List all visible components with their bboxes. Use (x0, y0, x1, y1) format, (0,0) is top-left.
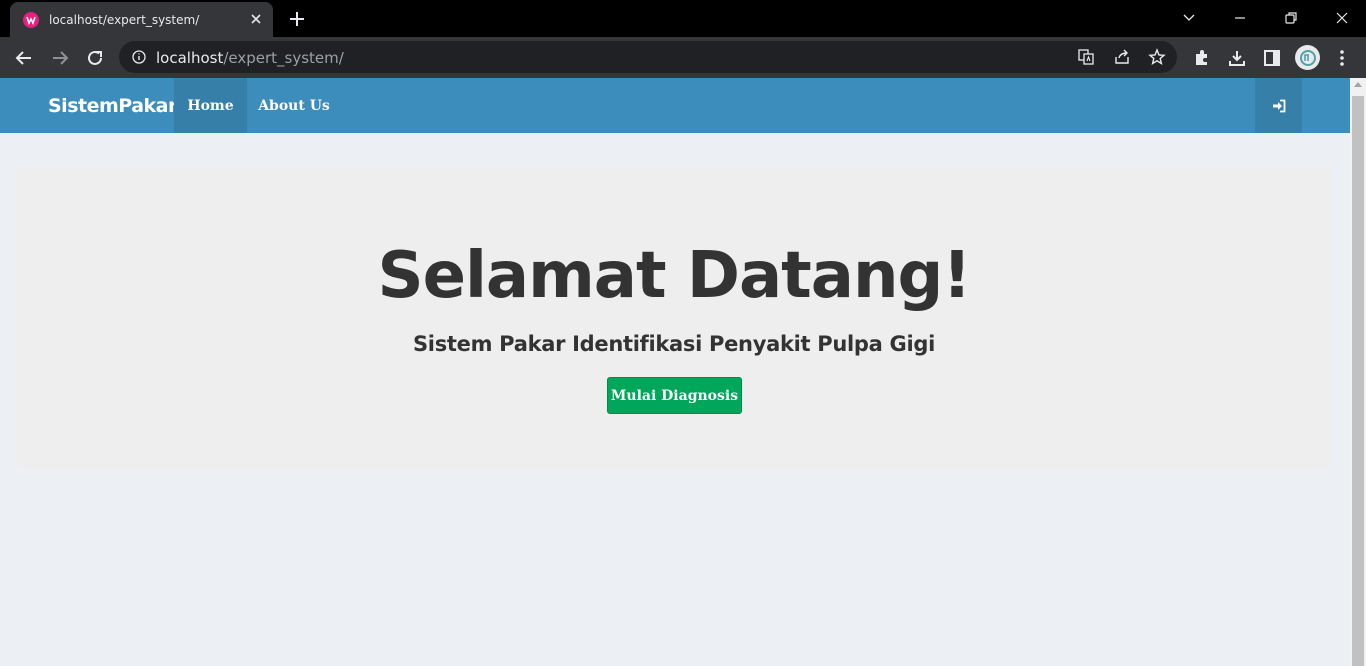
welcome-subtitle: Sistem Pakar Identifikasi Penyakit Pulpa… (412, 332, 936, 356)
profile-icon (1299, 49, 1316, 66)
forward-arrow-icon[interactable] (50, 48, 70, 68)
welcome-jumbotron: Selamat Datang! Sistem Pakar Identifikas… (16, 167, 1332, 468)
browser-tab[interactable]: localhost/expert_system/ (10, 2, 273, 37)
scrollbar-thumb[interactable] (1352, 96, 1364, 666)
minimize-icon[interactable] (1232, 10, 1248, 26)
back-arrow-icon[interactable] (14, 48, 34, 68)
sign-in-icon (1272, 99, 1285, 112)
restore-icon[interactable] (1283, 10, 1299, 26)
url-path: /expert_system/ (223, 49, 344, 67)
address-bar[interactable]: localhost/expert_system/ (119, 41, 1177, 73)
top-navbar: SistemPakar Home About Us (0, 78, 1350, 133)
page-scrollbar[interactable] (1350, 78, 1366, 666)
page-viewport: SistemPakar Home About Us Selamat Datang… (0, 78, 1350, 666)
brand-logo[interactable]: SistemPakar (48, 95, 177, 117)
tab-search-chevron-icon[interactable] (1181, 10, 1197, 26)
menu-kebab-icon[interactable] (1332, 48, 1352, 68)
browser-tab-strip: localhost/expert_system/ (0, 0, 1366, 37)
scroll-up-arrow-icon[interactable] (1354, 82, 1362, 87)
profile-avatar[interactable] (1295, 45, 1320, 70)
close-tab-icon[interactable] (249, 12, 263, 26)
reload-icon[interactable] (85, 48, 105, 68)
bookmark-star-icon[interactable] (1148, 48, 1166, 66)
share-icon[interactable] (1113, 48, 1131, 66)
browser-toolbar: localhost/expert_system/ (0, 37, 1366, 78)
extensions-icon[interactable] (1192, 48, 1212, 68)
welcome-title: Selamat Datang! (377, 239, 971, 313)
nav-home-link[interactable]: Home (174, 78, 247, 133)
download-icon[interactable] (1227, 48, 1247, 68)
tab-title: localhost/expert_system/ (49, 12, 200, 27)
side-panel-icon[interactable] (1262, 48, 1282, 68)
close-window-icon[interactable] (1334, 10, 1350, 26)
start-diagnosis-button[interactable]: Mulai Diagnosis (607, 377, 742, 414)
translate-icon[interactable] (1077, 48, 1095, 66)
url-host: localhost (156, 49, 224, 67)
new-tab-icon[interactable] (288, 10, 306, 28)
url-text[interactable]: localhost/expert_system/ (156, 49, 344, 67)
wamp-favicon-icon (23, 11, 39, 28)
nav-about-link[interactable]: About Us (247, 78, 341, 133)
login-button[interactable] (1255, 78, 1302, 133)
site-info-icon[interactable] (132, 50, 146, 64)
